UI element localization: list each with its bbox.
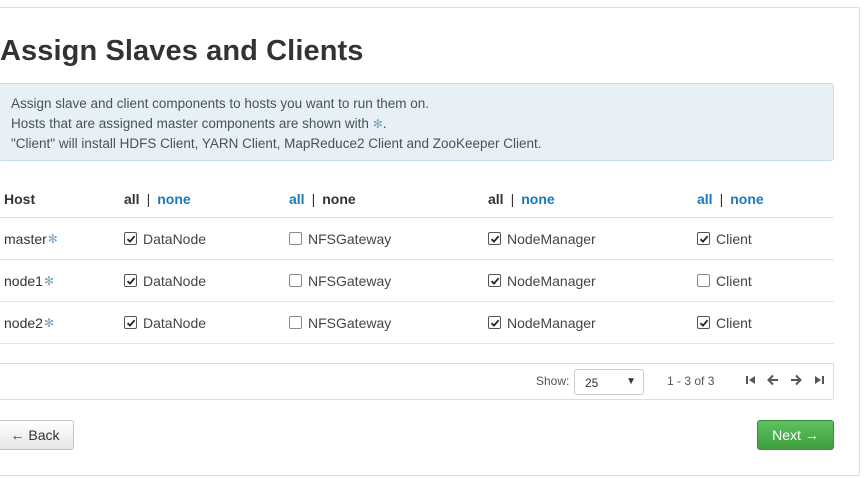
table-footer: Show: 25 ▼ 1 - 3 of 3 [0,363,834,400]
host-cell: node1 ✻ [4,260,54,301]
component-label: NFSGateway [308,272,392,289]
component-label: NFSGateway [308,314,392,331]
component-cell: Client [697,218,752,259]
component-cell: NFSGateway [289,302,391,343]
component-checkbox[interactable] [289,274,302,287]
component-label: NodeManager [507,230,596,247]
component-label: Client [716,230,752,247]
component-cell: NodeManager [488,302,596,343]
page-title: Assign Slaves and Clients [0,35,364,67]
component-checkbox[interactable] [124,316,137,329]
column-4-none-link[interactable]: none [730,191,763,207]
component-checkbox[interactable] [488,274,501,287]
column-3-none-link[interactable]: none [521,191,554,207]
page-size-select[interactable]: 25 ▼ [574,369,644,395]
component-label: DataNode [143,272,207,289]
component-label: NFSGateway [308,230,392,247]
column-3-separator: | [510,190,515,207]
component-cell: DataNode [124,260,206,301]
component-checkbox[interactable] [124,274,137,287]
column-1-selector: all | none [124,180,191,217]
component-label: Client [716,272,752,289]
component-cell: NFSGateway [289,260,391,301]
component-checkbox[interactable] [697,232,710,245]
column-4-separator: | [719,190,724,207]
info-line-2: Hosts that are assigned master component… [11,114,833,134]
component-cell: DataNode [124,218,206,259]
component-cell: Client [697,302,752,343]
host-cell: master ✻ [4,218,58,259]
host-column-header: Host [4,180,35,217]
column-3-selector: all | none [488,180,555,217]
column-2-separator: | [311,190,316,207]
component-checkbox[interactable] [697,274,710,287]
component-label: NodeManager [507,314,596,331]
component-checkbox[interactable] [488,232,501,245]
asterisk-icon: ✻ [47,231,58,246]
column-1-all[interactable]: all [124,191,140,207]
show-label: Show: [536,374,570,388]
column-4-all-link[interactable]: all [697,191,713,207]
host-name: node1 [4,272,43,289]
next-button[interactable]: Next → [757,420,834,450]
component-label: NodeManager [507,272,596,289]
component-checkbox[interactable] [488,316,501,329]
info-line-1: Assign slave and client components to ho… [11,96,429,111]
column-2-all-link[interactable]: all [289,191,305,207]
back-button[interactable]: ← Back [0,420,74,450]
first-page-icon[interactable] [743,372,759,388]
table-header-row: Host all | none all | none all | none al… [0,180,834,218]
host-name: master [4,230,47,247]
info-line-3: "Client" will install HDFS Client, YARN … [11,136,542,151]
last-page-icon[interactable] [811,372,827,388]
table-row: master ✻ DataNode NFSGateway NodeManager Clie… [0,218,834,260]
component-checkbox[interactable] [697,316,710,329]
pagination-range: 1 - 3 of 3 [667,374,715,388]
info-line-2-suffix: . [382,116,387,131]
asterisk-icon: ✻ [43,315,54,330]
component-checkbox[interactable] [124,232,137,245]
column-3-all[interactable]: all [488,191,504,207]
component-checkbox[interactable] [289,232,302,245]
component-label: Client [716,314,752,331]
page-size-value: 25 [585,376,599,390]
host-cell: node2 ✻ [4,302,54,343]
next-page-icon[interactable] [788,372,804,388]
component-cell: NodeManager [488,260,596,301]
table-row: node1 ✻ DataNode NFSGateway NodeManager Clien… [0,260,834,302]
component-cell: Client [697,260,752,301]
column-1-separator: | [146,190,151,207]
asterisk-icon: ✻ [372,117,383,131]
host-name: node2 [4,314,43,331]
component-label: DataNode [143,230,207,247]
component-cell: DataNode [124,302,206,343]
table-row: node2 ✻ DataNode NFSGateway NodeManager Clien… [0,302,834,344]
column-2-selector: all | none [289,180,356,217]
info-line-2-text: Hosts that are assigned master component… [11,116,369,131]
component-cell: NodeManager [488,218,596,259]
caret-down-icon: ▼ [626,376,636,387]
asterisk-icon: ✻ [43,273,54,288]
column-4-selector: all | none [697,180,764,217]
column-2-none[interactable]: none [322,191,355,207]
column-1-none-link[interactable]: none [157,191,190,207]
previous-page-icon[interactable] [765,372,781,388]
component-cell: NFSGateway [289,218,391,259]
component-label: DataNode [143,314,207,331]
component-checkbox[interactable] [289,316,302,329]
info-alert: Assign slave and client components to ho… [0,83,834,161]
host-header-label: Host [4,190,36,207]
